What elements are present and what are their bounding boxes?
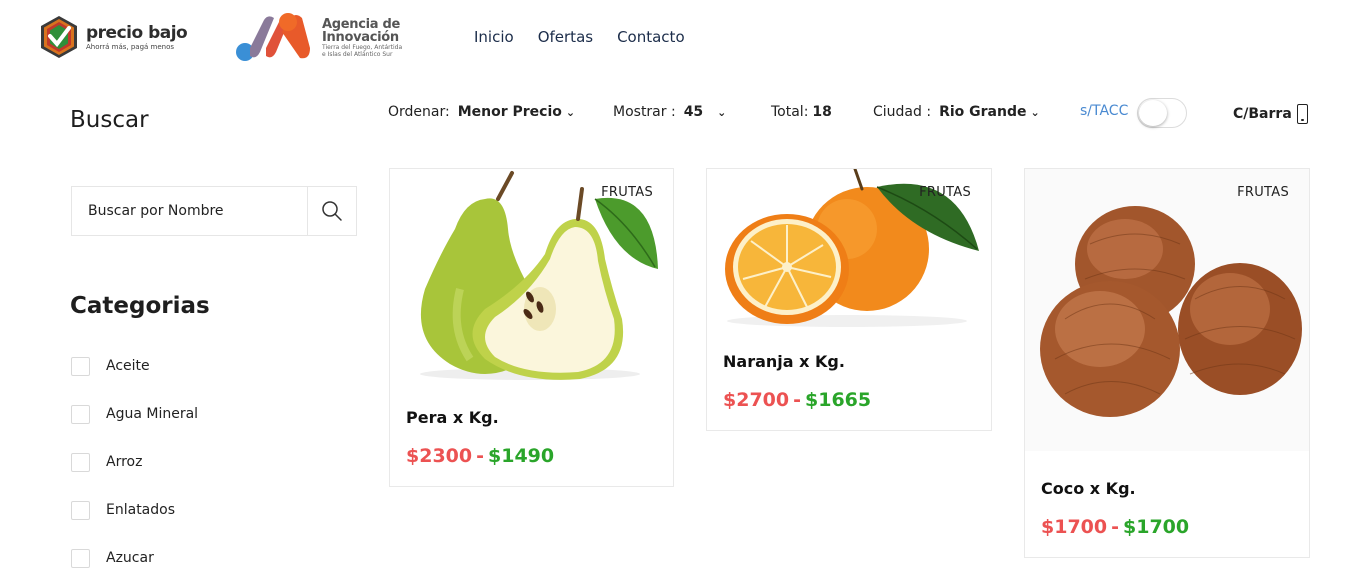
product-name: Pera x Kg. — [406, 408, 499, 427]
total-count: Total: 18 — [771, 104, 832, 120]
category-item-aceite[interactable]: Aceite — [71, 356, 198, 376]
product-price: $1700- $1700 — [1041, 516, 1189, 538]
toggle-knob — [1139, 100, 1167, 126]
precio-bajo-logo[interactable]: precio bajo Ahorrá más, pagá menos — [38, 14, 188, 60]
brand-name: precio bajo — [86, 23, 188, 43]
product-category: FRUTAS — [919, 185, 971, 200]
price-separator: - — [476, 445, 484, 467]
show-label: Mostrar : — [613, 104, 676, 120]
chevron-down-icon: ⌄ — [717, 105, 727, 119]
phone-icon — [1296, 104, 1308, 124]
category-item-arroz[interactable]: Arroz — [71, 452, 198, 472]
price-separator: - — [1111, 516, 1119, 538]
category-label: Arroz — [106, 454, 143, 470]
category-item-agua-mineral[interactable]: Agua Mineral — [71, 404, 198, 424]
product-price: $2700- $1665 — [723, 389, 871, 411]
product-card-coco[interactable]: FRUTAS Coco x Kg. $1700- $1700 — [1024, 168, 1310, 558]
product-name: Naranja x Kg. — [723, 352, 845, 371]
product-category: FRUTAS — [1237, 185, 1289, 200]
chevron-down-icon: ⌄ — [1030, 105, 1040, 119]
coconut-image — [1025, 169, 1309, 451]
sort-dropdown[interactable]: Ordenar: Menor Precio ⌄ — [388, 104, 575, 120]
search-icon — [322, 201, 342, 221]
old-price: $2700 — [723, 389, 790, 411]
show-value: 45 — [683, 104, 704, 120]
nav-contacto[interactable]: Contacto — [617, 28, 685, 46]
brand-tagline: Ahorrá más, pagá menos — [86, 43, 175, 51]
barcode-label: C/Barra — [1233, 106, 1292, 122]
search-button[interactable] — [307, 187, 356, 235]
category-checkbox[interactable] — [71, 548, 90, 568]
category-item-azucar[interactable]: Azucar — [71, 548, 198, 568]
old-price: $1700 — [1041, 516, 1108, 538]
product-price: $2300- $1490 — [406, 445, 554, 467]
total-value: 18 — [812, 104, 832, 120]
category-item-enlatados[interactable]: Enlatados — [71, 500, 198, 520]
agencia-innovacion-logo[interactable]: Agencia de Innovación Tierra del Fuego, … — [236, 12, 402, 64]
agency-subtitle-line2: e Islas del Atlántico Sur — [322, 51, 393, 58]
search-box — [71, 186, 357, 236]
category-checkbox[interactable] — [71, 356, 90, 376]
old-price: $2300 — [406, 445, 473, 467]
category-label: Aceite — [106, 358, 150, 374]
new-price: $1665 — [805, 389, 872, 411]
chevron-down-icon: ⌄ — [565, 105, 576, 119]
agencia-mark-icon — [236, 13, 310, 61]
site-header: precio bajo Ahorrá más, pagá menos Agenc… — [0, 0, 1345, 80]
total-label: Total: — [771, 104, 809, 120]
nav-inicio[interactable]: Inicio — [474, 28, 514, 46]
category-checkbox[interactable] — [71, 452, 90, 472]
barcode-toggle[interactable]: C/Barra — [1233, 104, 1308, 124]
city-dropdown[interactable]: Ciudad : Rio Grande ⌄ — [873, 104, 1040, 120]
agency-subtitle-line1: Tierra del Fuego, Antártida — [322, 44, 403, 51]
price-separator: - — [793, 389, 801, 411]
category-list: Aceite Agua Mineral Arroz Enlatados Azuc… — [71, 356, 198, 575]
product-card-naranja[interactable]: FRUTAS Naranja x Kg. $2700- $1665 — [706, 168, 992, 431]
category-checkbox[interactable] — [71, 404, 90, 424]
category-label: Azucar — [106, 550, 154, 566]
stacc-filter: s/TACC — [1080, 103, 1128, 119]
agency-title-line2: Innovación — [322, 30, 399, 45]
pear-image — [420, 171, 658, 380]
new-price: $1490 — [488, 445, 555, 467]
categories-title: Categorias — [70, 293, 210, 319]
city-value: Rio Grande — [939, 104, 1027, 120]
stacc-label: s/TACC — [1080, 103, 1129, 119]
product-card-pera[interactable]: FRUTAS Pera x Kg. $2300- $1490 — [389, 168, 674, 487]
city-label: Ciudad : — [873, 104, 932, 120]
sort-value: Menor Precio — [457, 104, 562, 120]
category-label: Enlatados — [106, 502, 176, 518]
stacc-toggle[interactable] — [1137, 98, 1187, 128]
product-category: FRUTAS — [601, 185, 653, 200]
sort-label: Ordenar: — [388, 104, 450, 120]
show-dropdown[interactable]: Mostrar : 45 ⌄ — [613, 104, 726, 120]
main-nav: Inicio Ofertas Contacto — [474, 28, 709, 46]
category-label: Agua Mineral — [106, 406, 199, 422]
nav-ofertas[interactable]: Ofertas — [538, 28, 593, 46]
precio-bajo-badge-icon — [41, 16, 77, 58]
product-name: Coco x Kg. — [1041, 479, 1136, 498]
category-checkbox[interactable] — [71, 500, 90, 520]
search-input[interactable] — [72, 187, 307, 235]
new-price: $1700 — [1123, 516, 1190, 538]
